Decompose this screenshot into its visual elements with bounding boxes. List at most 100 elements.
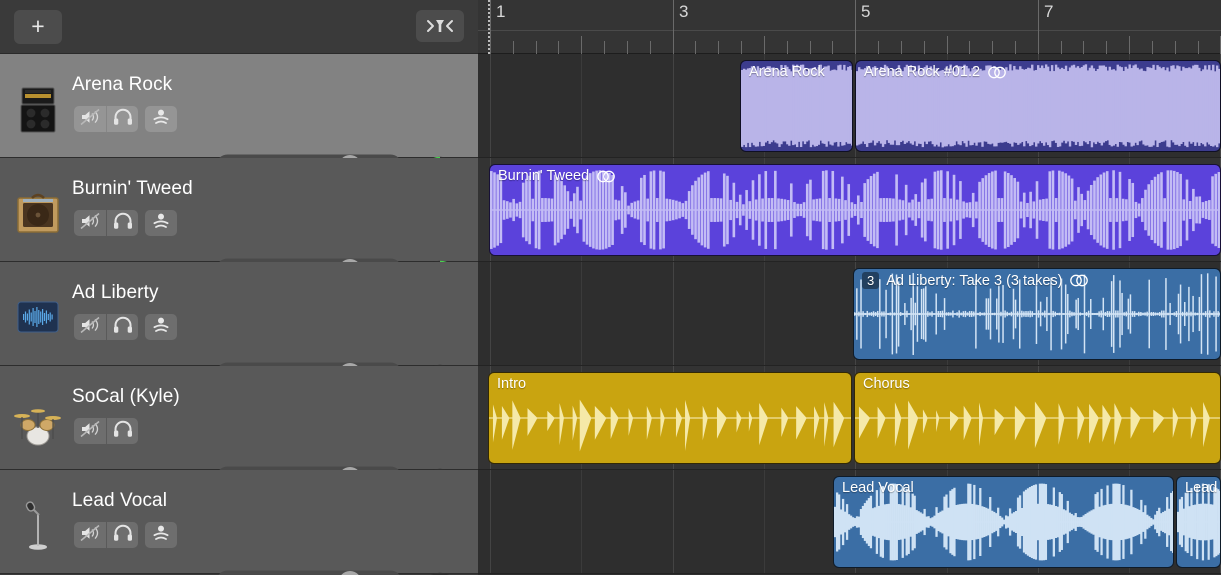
mute-button[interactable] (74, 314, 106, 340)
tweed-amp-icon (12, 184, 64, 240)
garageband-tracks-window: + Arena Rock (0, 0, 1221, 575)
track-name-label[interactable]: Ad Liberty (72, 282, 159, 304)
bar-tick (947, 36, 948, 54)
track-header-row[interactable]: SoCal (Kyle) (0, 366, 478, 470)
grid-line (581, 262, 582, 365)
add-track-button[interactable]: + (14, 10, 62, 44)
mute-button[interactable] (74, 418, 106, 444)
audio-region[interactable]: Arena Rock #01.2 (855, 60, 1221, 152)
solo-button[interactable] (106, 522, 138, 548)
record-enable-button[interactable] (145, 314, 177, 340)
bar-number-label: 3 (679, 2, 688, 22)
record-enable-button[interactable] (145, 106, 177, 132)
region-waveform (489, 373, 851, 463)
region-label: Arena Rock #01.2 (864, 64, 1007, 80)
mute-icon (79, 420, 101, 443)
track-header-row[interactable]: Lead Vocal (0, 470, 478, 574)
record-enable-icon (151, 524, 171, 547)
beat-tick (741, 41, 742, 54)
beat-tick (604, 41, 605, 54)
mute-solo-pair (74, 418, 138, 444)
track-headers-toolbar: + (0, 0, 478, 54)
audio-region[interactable]: Arena Rock (740, 60, 853, 152)
region-name-text: Chorus (863, 376, 910, 392)
record-enable-button[interactable] (145, 210, 177, 236)
solo-button[interactable] (106, 210, 138, 236)
solo-headphones-icon (113, 524, 133, 547)
grid-line (673, 470, 674, 573)
audio-region[interactable]: Intro (488, 372, 852, 464)
pan-knob[interactable] (419, 570, 461, 575)
track-name-label[interactable]: Burnin' Tweed (72, 178, 193, 200)
region-label: Arena Rock (749, 64, 825, 80)
mute-solo-pair (74, 106, 138, 132)
mute-solo-pair (74, 314, 138, 340)
solo-button[interactable] (106, 418, 138, 444)
audio-region[interactable]: 3 Ad Liberty: Take 3 (3 takes) (853, 268, 1221, 360)
track-controls-group (74, 106, 177, 132)
region-name-text: Arena Rock (749, 64, 825, 80)
stereo-pair-icon (596, 170, 616, 183)
audio-region[interactable]: Lead Vocal (833, 476, 1174, 568)
beat-tick (695, 41, 696, 54)
mute-button[interactable] (74, 522, 106, 548)
region-label: Burnin' Tweed (498, 168, 616, 184)
record-enable-button[interactable] (145, 522, 177, 548)
bar-tick (673, 36, 674, 54)
audio-waveform-icon (12, 288, 64, 344)
tracks-timeline-area[interactable]: 1357 Arena RockArena Rock #01.2 Burnin' … (478, 0, 1221, 575)
volume-slider-thumb[interactable] (338, 571, 361, 575)
solo-button[interactable] (106, 106, 138, 132)
beat-tick (536, 41, 537, 54)
region-name-text: Arena Rock #01.2 (864, 64, 980, 80)
hide-show-track-icons-button[interactable] (416, 10, 464, 42)
region-name-text: Burnin' Tweed (498, 168, 589, 184)
bar-ruler[interactable]: 1357 (478, 0, 1221, 54)
solo-button[interactable] (106, 314, 138, 340)
audio-region[interactable]: Chorus (854, 372, 1221, 464)
record-enable-icon (151, 108, 171, 131)
mute-icon (79, 524, 101, 547)
track-header-row[interactable]: Arena Rock (0, 54, 478, 158)
mute-button[interactable] (74, 106, 106, 132)
track-controls-group (74, 418, 138, 444)
mute-button[interactable] (74, 210, 106, 236)
audio-region[interactable]: Lead Vocal (1176, 476, 1221, 568)
track-instrument-icon (12, 496, 64, 552)
solo-headphones-icon (113, 108, 133, 131)
beat-tick (1106, 41, 1107, 54)
take-number-badge: 3 (862, 272, 879, 289)
audio-region[interactable]: Burnin' Tweed (489, 164, 1221, 256)
beat-tick (650, 41, 651, 54)
region-name-text: Ad Liberty: Take 3 (3 takes) (886, 273, 1062, 289)
stereo-pair-icon (1069, 274, 1089, 287)
beat-tick (558, 41, 559, 54)
region-label: Chorus (863, 376, 910, 392)
bar-number-label: 5 (861, 2, 870, 22)
beat-tick (878, 41, 879, 54)
track-name-label[interactable]: SoCal (Kyle) (72, 386, 180, 408)
track-header-row[interactable]: Burnin' Tweed (0, 158, 478, 262)
stereo-pair-icon (987, 66, 1007, 79)
drum-kit-icon (12, 392, 64, 448)
bar-tick (855, 36, 856, 54)
track-name-label[interactable]: Arena Rock (72, 74, 172, 96)
beat-tick (969, 41, 970, 54)
beat-tick (787, 41, 788, 54)
track-name-label[interactable]: Lead Vocal (72, 490, 167, 512)
solo-headphones-icon (113, 420, 133, 443)
track-instrument-icon (12, 288, 64, 344)
grid-line (764, 470, 765, 573)
bar-tick (581, 36, 582, 54)
track-controls-group (74, 210, 177, 236)
beat-tick (1152, 41, 1153, 54)
microphone-icon (12, 496, 64, 552)
beat-tick (1015, 41, 1016, 54)
region-name-text: Intro (497, 376, 526, 392)
volume-slider[interactable] (216, 571, 402, 575)
region-name-text: Lead Vocal (1185, 480, 1221, 496)
beat-tick (832, 41, 833, 54)
grid-line (764, 262, 765, 365)
grid-line (673, 262, 674, 365)
track-header-row[interactable]: Ad Liberty (0, 262, 478, 366)
